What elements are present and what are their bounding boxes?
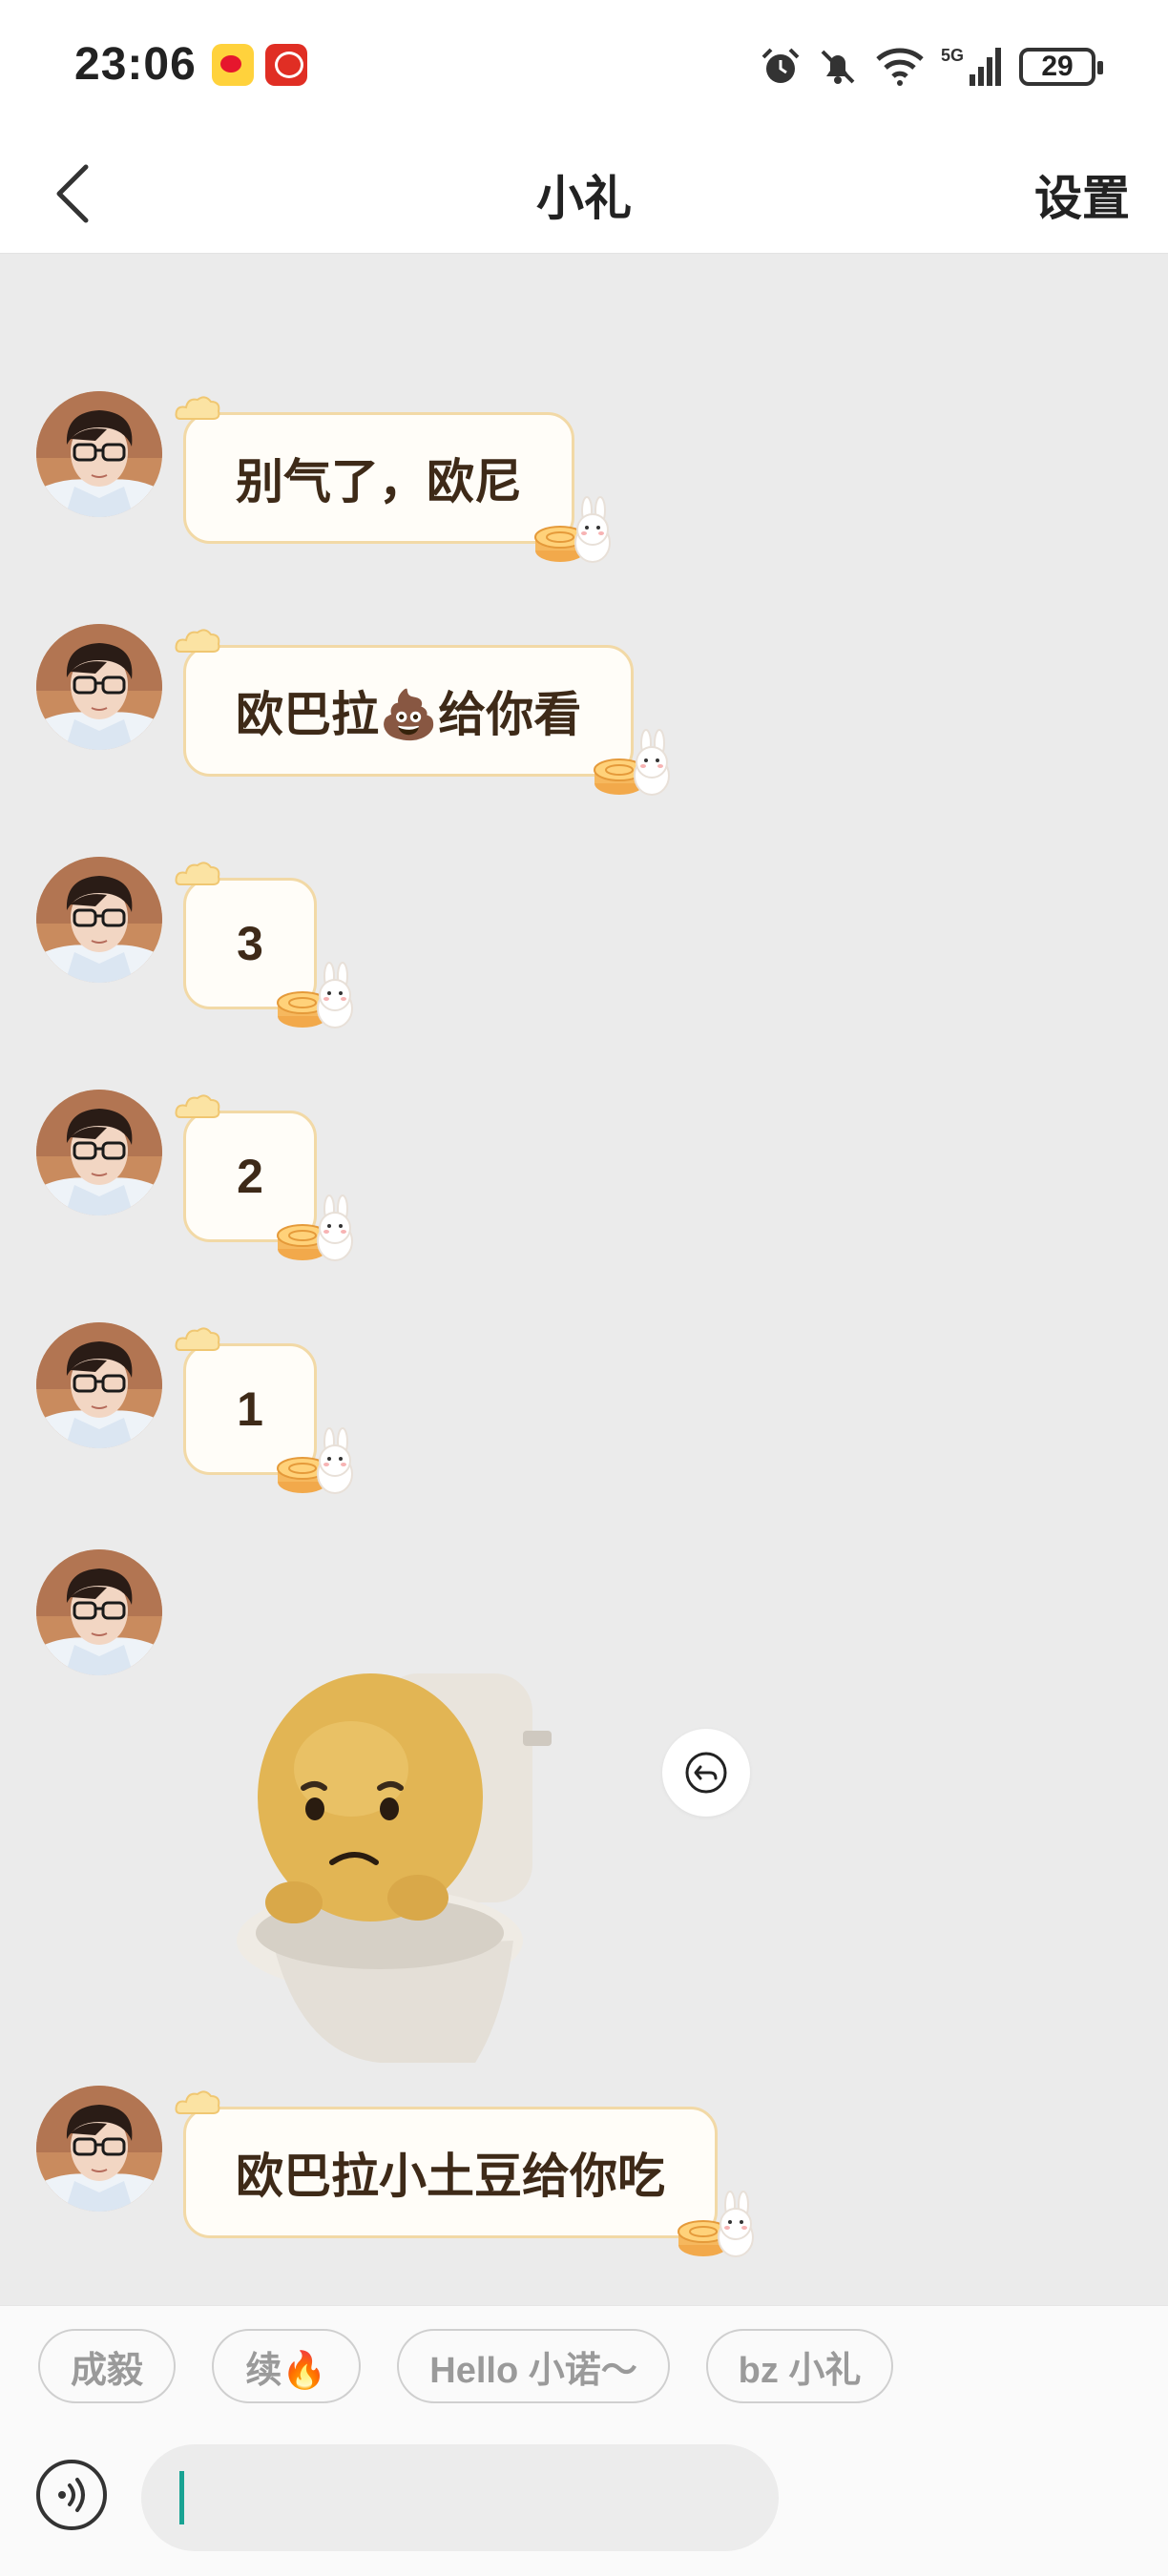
cloud-decoration-icon <box>175 2088 222 2119</box>
signal-icon: 5G <box>941 44 1004 90</box>
cloud-decoration-icon <box>175 627 222 657</box>
message-text: 欧巴拉小土豆给你吃 <box>236 2150 665 2203</box>
message-text: 别气了，欧尼 <box>236 455 522 509</box>
avatar[interactable] <box>36 391 162 517</box>
status-bar: 23:06 5G 29 <box>0 0 1168 134</box>
message-bubble[interactable]: 1 <box>183 1343 317 1475</box>
bunny-mooncake-icon <box>274 961 358 1035</box>
network-type-label: 5G <box>941 46 964 65</box>
cloud-decoration-icon <box>175 1092 222 1123</box>
voice-icon <box>58 2478 85 2512</box>
quick-reply-bar: 成毅 续🔥 Hello 小诺～ bz 小礼 <box>0 2305 1168 2423</box>
cloud-decoration-icon <box>175 394 222 425</box>
avatar[interactable] <box>36 624 162 750</box>
message-bubble[interactable]: 欧巴拉💩给你看 <box>183 645 634 777</box>
bunny-mooncake-icon <box>532 495 615 570</box>
message-input[interactable] <box>141 2444 779 2551</box>
avatar[interactable] <box>36 1322 162 1448</box>
quick-reply-chip[interactable]: 续🔥 <box>212 2329 361 2403</box>
chat-header: 小礼 设置 <box>0 134 1168 254</box>
text-cursor <box>179 2471 184 2524</box>
quick-reply-chip[interactable]: Hello 小诺～ <box>397 2329 670 2403</box>
alarm-icon <box>760 46 802 88</box>
potato-sticker[interactable] <box>237 1654 609 2065</box>
battery-level: 29 <box>1041 51 1074 82</box>
message-bubble[interactable]: 3 <box>183 878 317 1009</box>
message-bubble[interactable]: 2 <box>183 1111 317 1242</box>
quick-reply-chip[interactable]: bz 小礼 <box>706 2329 893 2403</box>
mute-icon <box>817 46 859 88</box>
pinduoduo-app-icon <box>265 44 307 86</box>
avatar[interactable] <box>36 857 162 983</box>
avatar[interactable] <box>36 2086 162 2212</box>
wifi-icon <box>874 46 926 88</box>
bunny-mooncake-icon <box>591 728 675 802</box>
message-text: 1 <box>237 1382 263 1436</box>
battery-icon: 29 <box>1019 48 1103 86</box>
system-icons: 5G 29 <box>760 42 1103 92</box>
cloud-decoration-icon <box>175 1325 222 1356</box>
bunny-mooncake-icon <box>274 1194 358 1268</box>
reply-button[interactable] <box>662 1729 750 1817</box>
page-title: 小礼 <box>536 172 632 225</box>
message-text: 2 <box>237 1150 263 1203</box>
quick-reply-chip[interactable]: 成毅 <box>38 2329 176 2403</box>
message-text: 3 <box>237 917 263 970</box>
voice-button[interactable] <box>36 2460 107 2530</box>
message-text: 欧巴拉💩给你看 <box>236 688 582 741</box>
settings-button[interactable]: 设置 <box>1034 160 1130 229</box>
weibo-app-icon <box>212 44 254 86</box>
bunny-mooncake-icon <box>675 2190 759 2264</box>
reply-icon <box>685 1752 727 1794</box>
status-time: 23:06 <box>74 39 197 90</box>
avatar[interactable] <box>36 1090 162 1215</box>
cloud-decoration-icon <box>175 860 222 890</box>
message-bubble[interactable]: 欧巴拉小土豆给你吃 <box>183 2107 718 2238</box>
message-list[interactable]: 别气了，欧尼 欧巴拉💩给你看 3 2 1 欧巴拉小土豆给你吃 <box>0 254 1168 2305</box>
message-bubble[interactable]: 别气了，欧尼 <box>183 412 574 544</box>
avatar[interactable] <box>36 1549 162 1675</box>
bunny-mooncake-icon <box>274 1426 358 1501</box>
input-bar <box>0 2423 1168 2576</box>
